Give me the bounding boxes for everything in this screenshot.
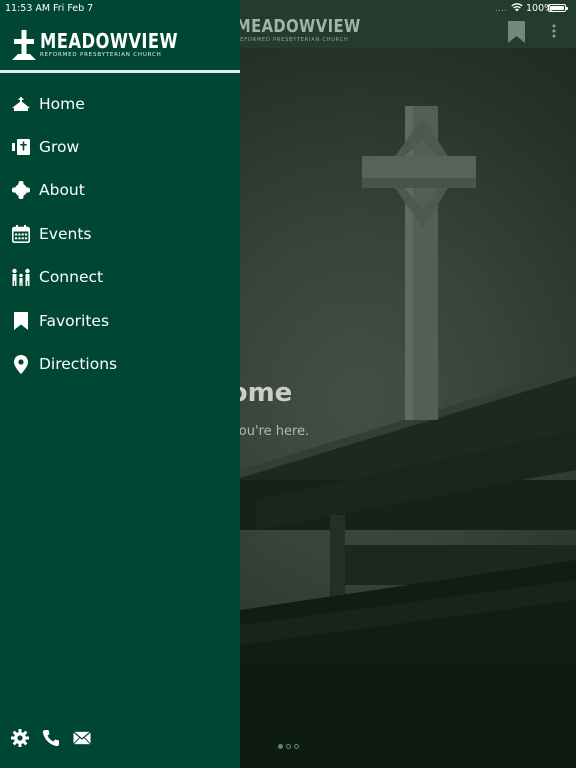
- menu-item-favorites[interactable]: Favorites: [0, 299, 240, 342]
- page-dot[interactable]: [286, 744, 291, 749]
- mail-icon[interactable]: [73, 729, 91, 747]
- more-options-icon[interactable]: [552, 24, 556, 38]
- battery-icon: [548, 4, 568, 12]
- header-logo-name: MEADOWVIEW: [236, 16, 361, 37]
- settings-icon[interactable]: [11, 729, 29, 747]
- status-bar: 11:53 AM Fri Feb 7 .... 100%: [0, 0, 576, 16]
- menu-item-connect[interactable]: Connect: [0, 256, 240, 299]
- phone-icon[interactable]: [42, 729, 60, 747]
- drawer-menu: Home Grow About Events Connect Favorites…: [0, 82, 240, 386]
- menu-item-directions[interactable]: Directions: [0, 342, 240, 385]
- signal-dots: ....: [495, 3, 508, 14]
- bookmark-icon: [11, 311, 31, 330]
- wifi-icon: [511, 3, 523, 12]
- drawer-logo-subtitle: REFORMED PRESBYTERIAN CHURCH: [40, 52, 162, 59]
- bible-icon: [11, 139, 31, 156]
- menu-item-events[interactable]: Events: [0, 212, 240, 255]
- people-icon: [11, 268, 31, 287]
- menu-item-label: Home: [39, 94, 85, 113]
- church-logo-icon: [12, 30, 36, 60]
- menu-item-grow[interactable]: Grow: [0, 125, 240, 168]
- page-indicator[interactable]: [278, 744, 299, 749]
- drawer-footer: [11, 729, 91, 747]
- page-dot[interactable]: [294, 744, 299, 749]
- drawer-divider: [0, 70, 240, 73]
- navigation-drawer: MEADOWVIEW REFORMED PRESBYTERIAN CHURCH …: [0, 0, 240, 768]
- header-logo: MEADOWVIEW REFORMED PRESBYTERIAN CHURCH: [236, 18, 388, 43]
- menu-item-label: Directions: [39, 355, 118, 374]
- menu-item-label: Grow: [39, 138, 80, 157]
- location-pin-icon: [11, 354, 31, 374]
- drawer-logo: MEADOWVIEW REFORMED PRESBYTERIAN CHURCH: [12, 30, 208, 60]
- menu-item-label: About: [39, 181, 85, 200]
- status-date: Fri Feb 7: [53, 3, 94, 14]
- celtic-cross-icon: [11, 181, 31, 200]
- page-dot[interactable]: [278, 744, 283, 749]
- header-logo-subtitle: REFORMED PRESBYTERIAN CHURCH: [236, 37, 349, 43]
- calendar-icon: [11, 224, 31, 243]
- menu-item-home[interactable]: Home: [0, 82, 240, 125]
- status-time: 11:53 AM: [5, 3, 51, 14]
- menu-item-label: Connect: [39, 268, 104, 287]
- drawer-logo-name: MEADOWVIEW: [40, 29, 179, 54]
- menu-item-about[interactable]: About: [0, 169, 240, 212]
- bookmark-icon[interactable]: [508, 21, 525, 43]
- church-icon: [11, 96, 31, 111]
- menu-item-label: Events: [39, 224, 92, 243]
- menu-item-label: Favorites: [39, 311, 110, 330]
